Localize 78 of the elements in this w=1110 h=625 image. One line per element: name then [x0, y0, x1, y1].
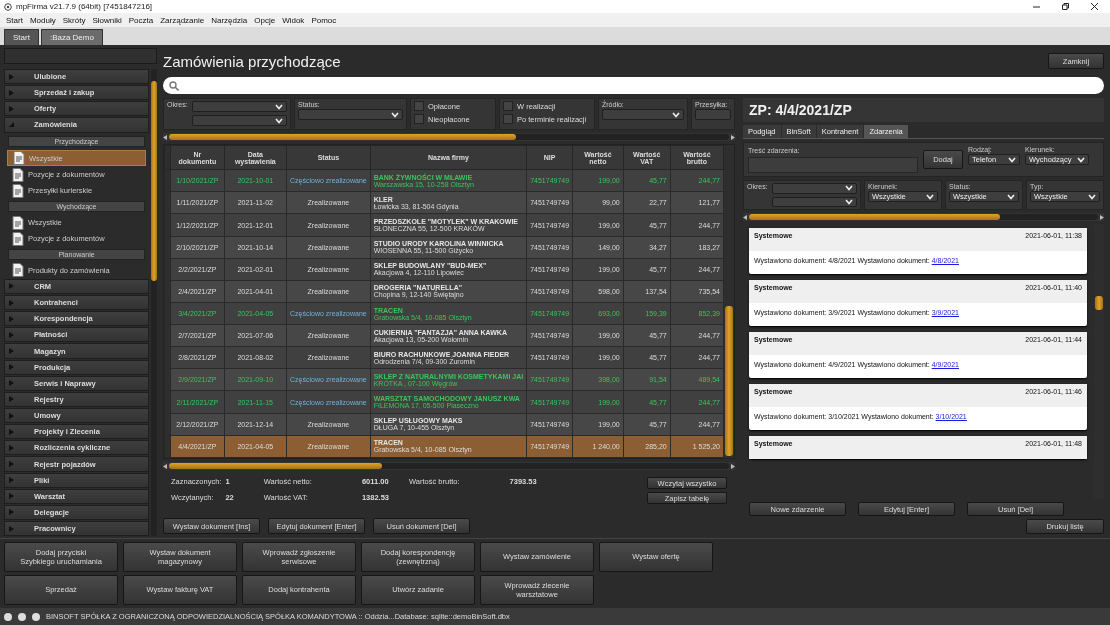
dropdown[interactable] [191, 115, 287, 126]
menu-item[interactable]: Poczta [128, 15, 154, 25]
document-icon [12, 231, 24, 246]
caret-icon [9, 105, 14, 112]
scrollbar[interactable] [163, 462, 735, 470]
menu-item[interactable]: Start [6, 15, 23, 25]
caret-icon [9, 89, 14, 96]
caret-icon [9, 412, 14, 419]
chevron-icon [1008, 156, 1016, 163]
caret-icon [9, 364, 14, 371]
scroll-right-icon[interactable] [731, 134, 735, 140]
caret-icon [9, 525, 14, 532]
scroll-left-icon[interactable] [163, 134, 167, 140]
scrollbar[interactable] [151, 69, 157, 536]
chevron-icon [672, 111, 680, 118]
scroll-right-icon[interactable] [1100, 214, 1104, 220]
menu-item[interactable]: Narzędzia [211, 15, 248, 25]
dropdown[interactable] [771, 196, 857, 207]
document-title: ZP: 4/4/2021/ZP [743, 98, 1104, 122]
document-icon [12, 167, 24, 182]
chevron-icon [1088, 193, 1096, 200]
menu-item[interactable]: Opcje [254, 15, 276, 25]
scrollbar[interactable] [743, 213, 1104, 221]
app-icon [4, 2, 12, 11]
dropdown[interactable] [602, 109, 684, 120]
window-title: mpFirma v21.7.9 (64bit) [7451847216] [16, 2, 153, 11]
page-title: Zamówienia przychodzące [163, 52, 341, 70]
checkbox[interactable] [414, 101, 424, 111]
scroll-left-icon[interactable] [163, 463, 167, 469]
caret-icon [9, 73, 14, 80]
dropdown[interactable] [298, 109, 403, 120]
menu-item[interactable]: Widok [282, 15, 305, 25]
scrollbar[interactable] [724, 145, 734, 458]
restore-icon[interactable] [1062, 3, 1069, 10]
caret-icon [9, 283, 14, 290]
search-field[interactable] [163, 77, 1104, 94]
minimize-icon[interactable] [1033, 3, 1040, 10]
status-dot-icon [18, 612, 26, 621]
menu-item[interactable]: Moduły [29, 15, 56, 25]
chevron-icon [1077, 156, 1085, 163]
document-icon [13, 151, 25, 165]
caret-icon [9, 122, 14, 128]
dropdown[interactable] [771, 183, 857, 194]
tab[interactable]: :Baza Demo [40, 29, 103, 45]
document-icon [12, 215, 24, 230]
scroll-right-icon[interactable] [731, 463, 735, 469]
menu-item[interactable]: Pomoc [311, 15, 337, 25]
checkbox[interactable] [503, 114, 513, 124]
tab[interactable]: Start [4, 29, 39, 45]
scroll-left-icon[interactable] [743, 214, 747, 220]
caret-icon [9, 493, 14, 500]
scrollbar[interactable] [163, 133, 735, 141]
caret-icon [9, 509, 14, 516]
checkbox[interactable] [503, 101, 513, 111]
caret-icon [9, 299, 14, 306]
checkbox[interactable] [414, 114, 424, 124]
chevron-icon [926, 193, 934, 200]
menu-item[interactable]: Skróty [62, 15, 86, 25]
caret-icon [9, 348, 14, 355]
caret-icon [9, 315, 14, 322]
chevron-icon [1007, 193, 1015, 200]
chevron-icon [391, 111, 399, 118]
status-dot-icon [4, 612, 12, 621]
caret-icon [9, 331, 14, 338]
dropdown[interactable] [191, 101, 287, 112]
document-icon [12, 183, 24, 198]
caret-icon [9, 461, 14, 467]
menu-item[interactable]: Słowniki [92, 15, 122, 25]
search-icon [169, 80, 179, 91]
caret-icon [9, 477, 14, 484]
caret-icon [9, 428, 14, 435]
status-dot-icon [32, 612, 40, 621]
menu-item[interactable]: Zarządzanie [160, 15, 205, 25]
close-icon[interactable] [1091, 3, 1098, 10]
caret-icon [9, 396, 14, 403]
caret-icon [9, 380, 14, 387]
document-icon [12, 263, 24, 278]
caret-icon [9, 444, 14, 451]
